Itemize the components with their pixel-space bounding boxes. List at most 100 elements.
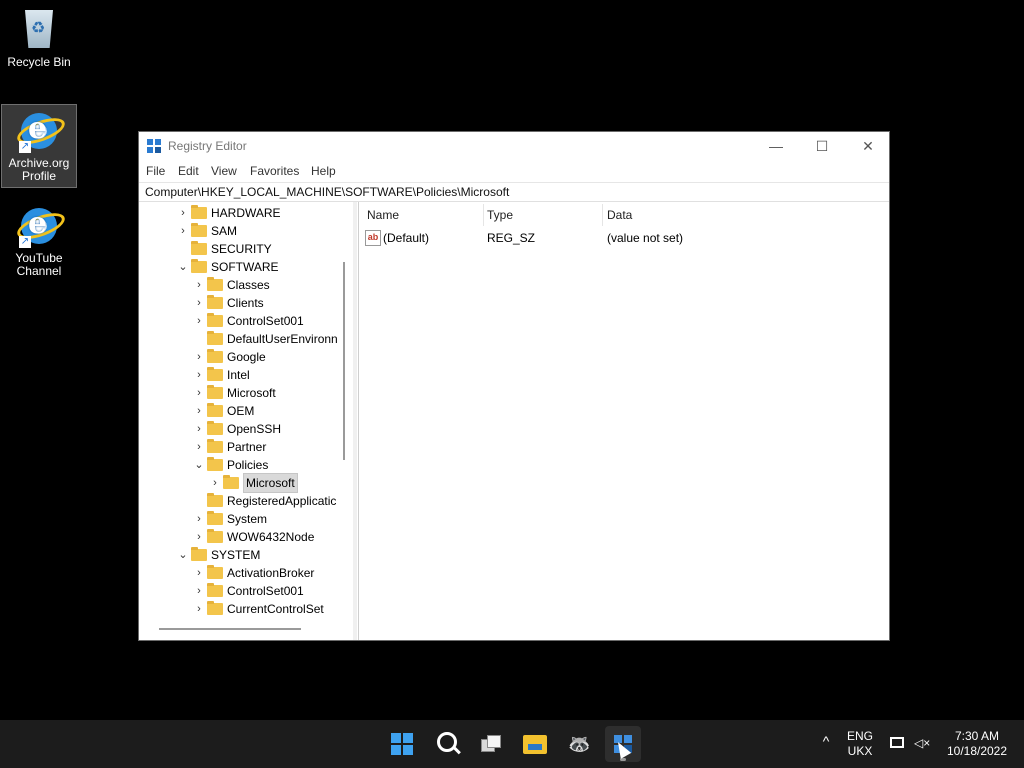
tree-node[interactable]: › Partner [139,438,353,456]
chevron-right-icon[interactable]: › [193,510,205,528]
chevron-right-icon[interactable]: › [193,528,205,546]
tree-node[interactable]: › HARDWARE [139,204,353,222]
tree-node[interactable]: › SAM [139,222,353,240]
registry-editor-window: Registry Editor — ☐ ✕ File Edit View Fav… [138,131,890,641]
tree-node[interactable]: ⌄ SYSTEM [139,546,353,564]
chevron-right-icon[interactable]: › [177,222,189,240]
tree-horizontal-scrollbar[interactable] [159,628,301,630]
volume-muted-icon[interactable]: ◁× [914,736,930,750]
minimize-button[interactable]: — [753,132,799,160]
chevron-right-icon[interactable]: › [177,204,189,222]
column-header-data[interactable]: Data [607,208,632,222]
chevron-down-icon[interactable]: ⌄ [177,258,189,276]
show-hidden-icons-chevron-icon[interactable]: ^ [816,734,836,749]
chevron-right-icon[interactable]: › [193,366,205,384]
chevron-right-icon[interactable]: › [193,402,205,420]
tree-node[interactable]: RegisteredApplicatic [139,492,353,510]
chevron-right-icon[interactable]: › [193,564,205,582]
menu-help[interactable]: Help [311,164,336,178]
taskbar-app-button[interactable]: 🦝 [561,726,597,762]
folder-icon [191,547,207,561]
folder-icon [207,349,223,363]
tree-node[interactable]: › WOW6432Node [139,528,353,546]
column-header-name[interactable]: Name [367,208,399,222]
folder-icon [191,259,207,273]
language-indicator[interactable]: ENG UKX [843,729,877,759]
tree-node-label: OpenSSH [227,422,282,436]
menu-view[interactable]: View [211,164,237,178]
chevron-right-icon[interactable]: › [193,582,205,600]
tree-node-label: DefaultUserEnvironn [227,332,338,346]
folder-icon [191,205,207,219]
tree-vertical-scrollbar[interactable] [343,262,345,460]
task-view-button[interactable] [473,726,509,762]
address-bar[interactable]: Computer\HKEY_LOCAL_MACHINE\SOFTWARE\Pol… [139,182,889,202]
tree-node-label: WOW6432Node [227,530,315,544]
pane-splitter[interactable] [353,202,357,640]
chevron-right-icon[interactable]: › [193,294,205,312]
tree-node[interactable]: › Clients [139,294,353,312]
desktop-icon-recycle-bin[interactable]: ♻ Recycle Bin [2,8,76,69]
desktop-icon-youtube-channel[interactable]: e ↗ YouTube Channel [2,204,76,278]
chevron-right-icon[interactable]: › [209,474,221,492]
tree-node[interactable]: › ActivationBroker [139,564,353,582]
tree-node[interactable]: › Google [139,348,353,366]
tree-node-label: CurrentControlSet [227,602,324,616]
tree-node[interactable]: › System [139,510,353,528]
tree-node[interactable]: SECURITY [139,240,353,258]
column-divider[interactable] [602,204,603,226]
tree-node[interactable]: › Intel [139,366,353,384]
desktop-icon-archive-profile[interactable]: e ↗ Archive.org Profile [1,104,77,188]
task-view-icon [481,735,501,752]
chevron-right-icon[interactable]: › [193,312,205,330]
chevron-right-icon[interactable]: › [193,600,205,618]
column-divider[interactable] [483,204,484,226]
chevron-down-icon[interactable]: ⌄ [193,456,205,474]
table-row[interactable]: ab (Default) REG_SZ (value not set) [359,229,889,247]
chevron-right-icon[interactable]: › [193,348,205,366]
folder-icon [207,385,223,399]
tree-node[interactable]: › CurrentControlSet [139,600,353,618]
search-button[interactable] [429,726,465,762]
close-button[interactable]: ✕ [845,132,891,160]
file-explorer-button[interactable] [517,726,553,762]
registry-editor-icon [147,139,161,153]
desktop-icon-label: Recycle Bin [7,55,71,69]
tree-node[interactable]: › Classes [139,276,353,294]
tree-node[interactable]: ⌄ SOFTWARE [139,258,353,276]
tree-node[interactable]: › OEM [139,402,353,420]
tree-node[interactable]: › ControlSet001 [139,582,353,600]
tree-node[interactable]: ⌄ Policies [139,456,353,474]
window-title: Registry Editor [168,139,247,153]
maximize-button[interactable]: ☐ [799,132,845,160]
chevron-right-icon[interactable]: › [193,438,205,456]
start-button[interactable] [384,726,420,762]
tree-node-label: HARDWARE [211,206,281,220]
chevron-right-icon[interactable]: › [193,384,205,402]
menu-file[interactable]: File [146,164,165,178]
tree-node[interactable]: › Microsoft [139,384,353,402]
tree-node[interactable]: › ControlSet001 [139,312,353,330]
clock[interactable]: 7:30 AM 10/18/2022 [940,729,1014,759]
clock-date: 10/18/2022 [946,744,1008,758]
folder-icon [207,601,223,615]
tree-node[interactable]: › Microsoft [139,473,353,493]
network-icon[interactable] [890,737,904,748]
tree-node[interactable]: DefaultUserEnvironn [139,330,353,348]
folder-icon [223,475,239,489]
menu-edit[interactable]: Edit [178,164,199,178]
chevron-down-icon[interactable]: ⌄ [177,546,189,564]
tree-node-label: Intel [227,368,250,382]
menu-favorites[interactable]: Favorites [250,164,299,178]
chevron-right-icon[interactable]: › [193,276,205,294]
tree-node[interactable]: › OpenSSH [139,420,353,438]
title-bar[interactable]: Registry Editor — ☐ ✕ [139,132,889,160]
taskbar: 🦝 ^ ENG UKX ◁× 7:30 AM 10/18/2022 [0,720,1024,768]
folder-icon [207,403,223,417]
chevron-right-icon[interactable]: › [193,420,205,438]
folder-icon [191,223,207,237]
column-header-type[interactable]: Type [487,208,513,222]
values-list[interactable]: Name Type Data ab (Default) REG_SZ (valu… [358,202,889,640]
tree-node-label: Partner [227,440,267,454]
registry-tree[interactable]: › HARDWARE › SAM SECURITY ⌄ SOFTWARE › Classes › C… [139,202,354,640]
